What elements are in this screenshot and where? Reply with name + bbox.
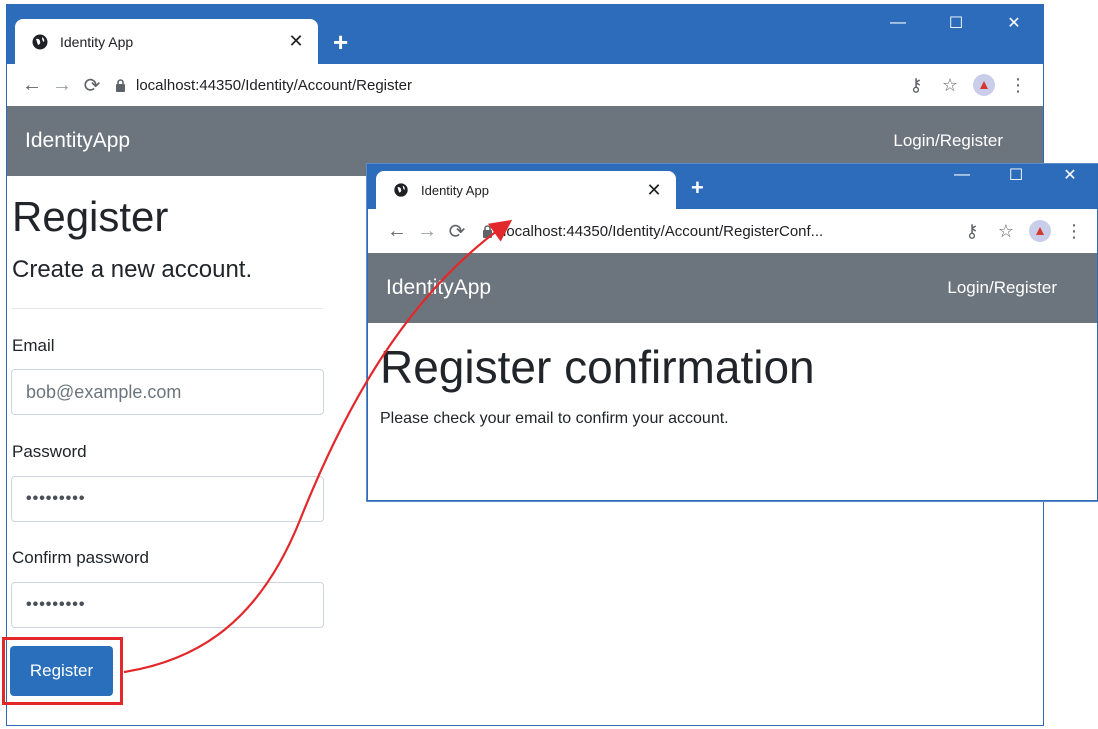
key-icon[interactable]: ⚷	[899, 70, 933, 100]
confirmation-message: Please check your email to confirm your …	[380, 410, 729, 427]
maximize-icon[interactable]: ☐	[927, 5, 985, 41]
profile-avatar[interactable]	[1023, 216, 1057, 246]
menu-kebab-icon[interactable]: ⋮	[1001, 70, 1035, 100]
close-window-icon[interactable]: ✕	[985, 5, 1043, 41]
back-arrow-icon[interactable]: ←	[382, 216, 412, 246]
brand-link[interactable]: IdentityApp	[25, 129, 130, 153]
new-tab-button[interactable]: +	[333, 29, 348, 55]
reload-icon[interactable]: ⟳	[77, 70, 107, 100]
back-arrow-icon[interactable]: ←	[17, 70, 47, 100]
lock-icon	[115, 78, 126, 92]
page-title: Register	[12, 193, 169, 240]
profile-avatar[interactable]	[967, 70, 1001, 100]
divider	[12, 308, 323, 309]
minimize-icon[interactable]: —	[869, 5, 927, 41]
star-icon[interactable]: ☆	[933, 70, 967, 100]
title-bar: Identity App ✕ + — ☐ ✕	[368, 165, 1097, 209]
forward-arrow-icon[interactable]: →	[47, 70, 77, 100]
url-field[interactable]: localhost:44350/Identity/Account/Registe…	[482, 214, 955, 248]
password-field[interactable]: •••••••••	[11, 476, 324, 522]
confirmation-title: Register confirmation	[380, 341, 815, 393]
brand-link[interactable]: IdentityApp	[386, 276, 491, 300]
key-icon[interactable]: ⚷	[955, 216, 989, 246]
globe-icon	[31, 33, 49, 51]
browser-window-confirmation: Identity App ✕ + — ☐ ✕ ← → ⟳ localhost:4…	[367, 164, 1098, 501]
forward-arrow-icon[interactable]: →	[412, 216, 442, 246]
browser-tab[interactable]: Identity App ✕	[15, 19, 318, 64]
login-register-link[interactable]: Login/Register	[947, 278, 1057, 298]
confirm-password-field[interactable]: •••••••••	[11, 582, 324, 628]
close-tab-icon[interactable]: ✕	[642, 178, 666, 202]
url-field[interactable]: localhost:44350/Identity/Account/Registe…	[115, 68, 899, 102]
password-label: Password	[12, 442, 87, 461]
url-text: localhost:44350/Identity/Account/Registe…	[136, 76, 412, 94]
window-controls: — ☐ ✕	[935, 165, 1097, 185]
address-bar: ← → ⟳ localhost:44350/Identity/Account/R…	[368, 209, 1097, 253]
lock-icon	[482, 224, 493, 238]
reload-icon[interactable]: ⟳	[442, 216, 472, 246]
close-tab-icon[interactable]: ✕	[284, 30, 308, 54]
annotation-highlight-box	[2, 637, 123, 705]
toolbar-right: ⚷ ☆ ⋮	[899, 70, 1043, 100]
toolbar-right: ⚷ ☆ ⋮	[955, 216, 1097, 246]
menu-kebab-icon[interactable]: ⋮	[1057, 216, 1091, 246]
login-register-link[interactable]: Login/Register	[893, 131, 1003, 151]
page-subtitle: Create a new account.	[12, 256, 253, 283]
globe-icon	[392, 181, 410, 199]
tab-title: Identity App	[421, 182, 489, 198]
window-controls: — ☐ ✕	[869, 5, 1043, 41]
email-field[interactable]: bob@example.com	[11, 369, 324, 415]
browser-tab[interactable]: Identity App ✕	[376, 171, 676, 209]
new-tab-button[interactable]: +	[691, 177, 704, 199]
confirm-password-label: Confirm password	[12, 548, 149, 567]
email-label: Email	[12, 336, 55, 355]
maximize-icon[interactable]: ☐	[989, 165, 1043, 185]
minimize-icon[interactable]: —	[935, 165, 989, 185]
star-icon[interactable]: ☆	[989, 216, 1023, 246]
title-bar: Identity App ✕ + — ☐ ✕	[7, 5, 1043, 64]
app-navbar: IdentityApp Login/Register	[368, 253, 1097, 323]
url-text: localhost:44350/Identity/Account/Registe…	[503, 222, 824, 240]
close-window-icon[interactable]: ✕	[1043, 165, 1097, 185]
address-bar: ← → ⟳ localhost:44350/Identity/Account/R…	[7, 64, 1043, 106]
tab-title: Identity App	[60, 33, 134, 50]
